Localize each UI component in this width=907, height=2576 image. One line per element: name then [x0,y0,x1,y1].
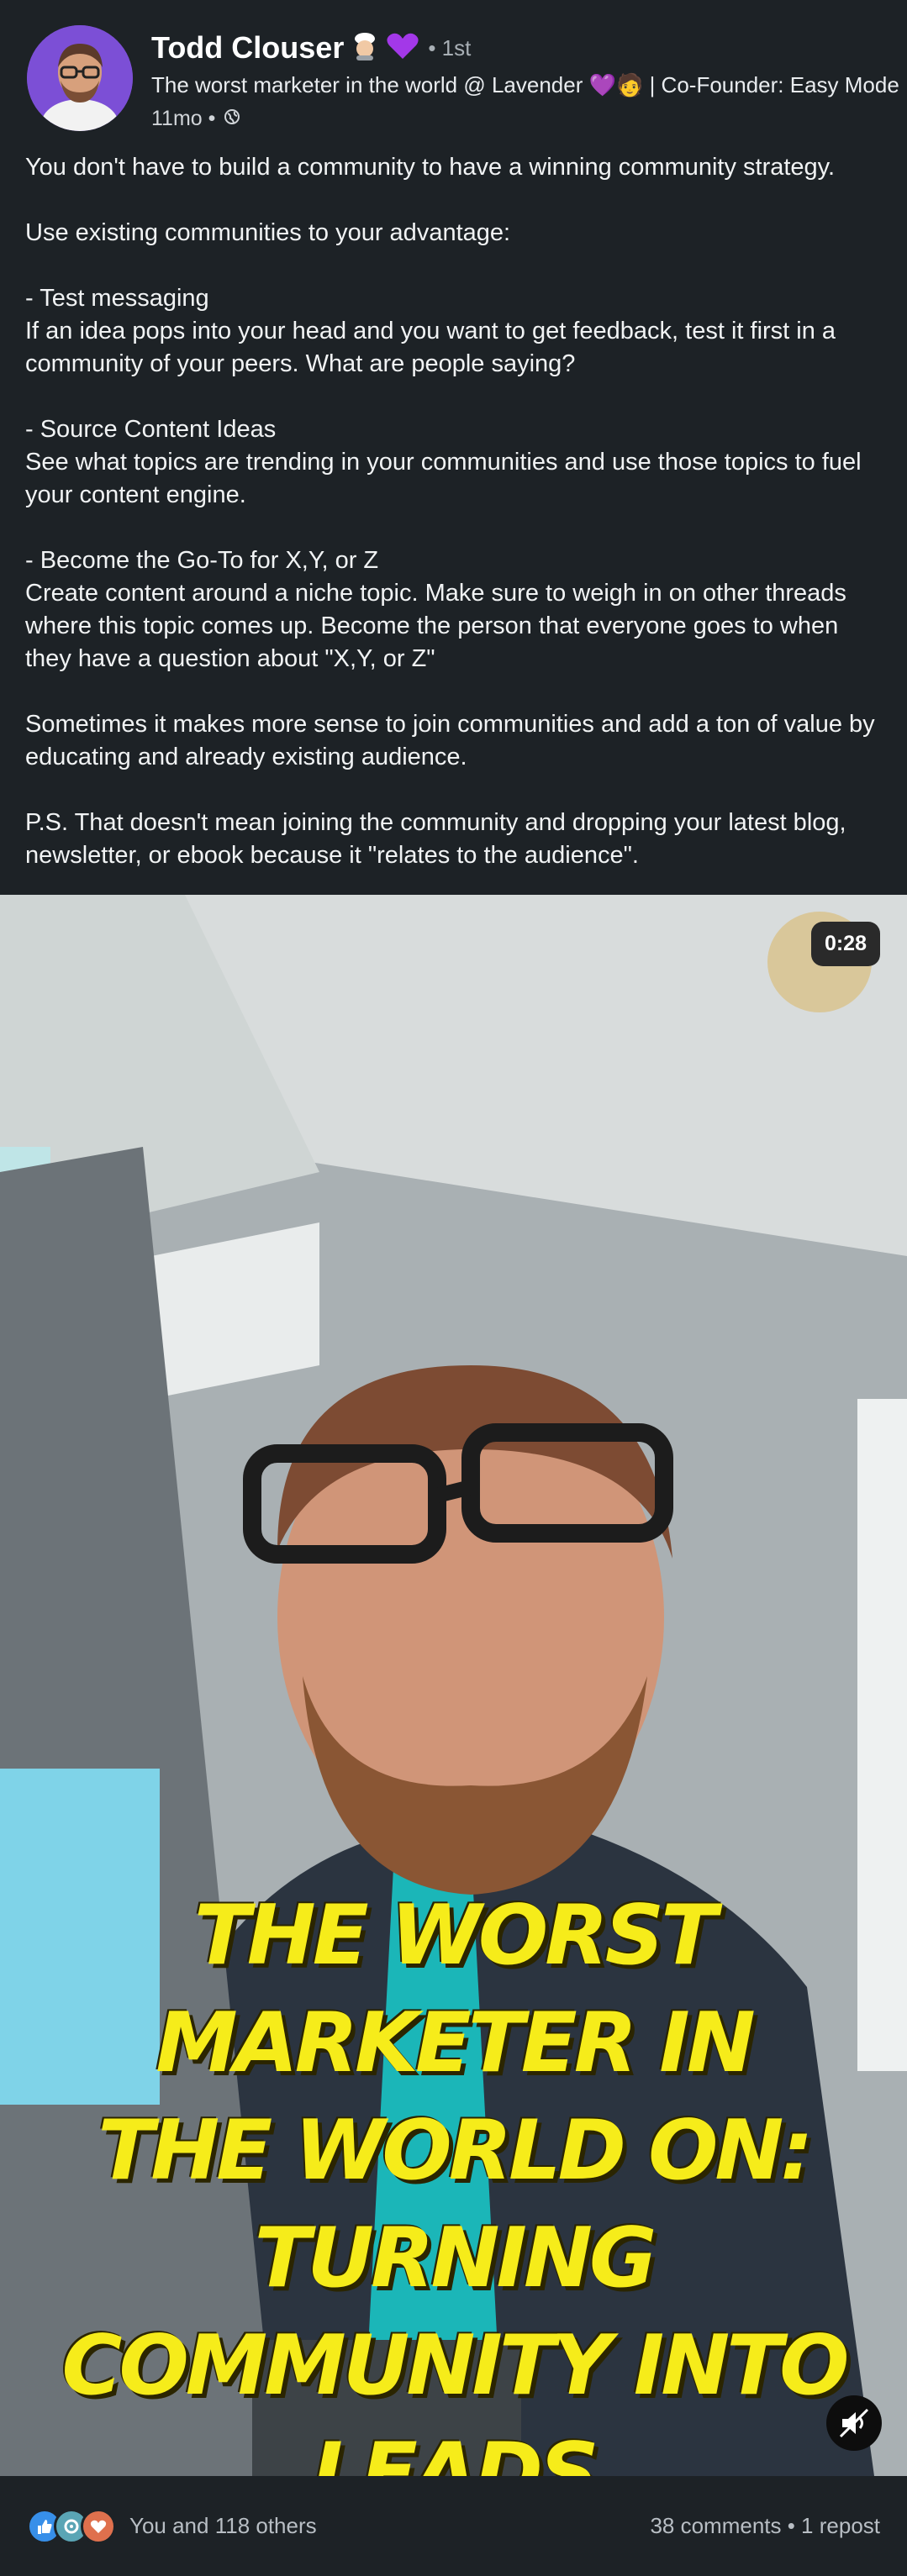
muted-speaker-icon [839,2408,869,2438]
post-body: You don't have to build a community to h… [25,151,883,872]
connection-degree: • 1st [428,34,472,60]
post-paragraph: - Test messaging If an idea pops into yo… [25,285,836,377]
mute-button[interactable] [826,2395,882,2451]
purple-heart-icon [386,32,419,65]
author-block: Todd Clouser • 1st The worst marketer in… [151,29,899,131]
avatar[interactable] [27,25,133,131]
video-caption-line: THE WORST MARKETER IN [156,1888,756,2091]
post-meta: 11mo • [151,107,899,131]
video-caption: THE WORST MARKETER IN THE WORLD ON: TURN… [50,1882,857,2476]
reactions-summary[interactable]: You and 118 others [27,2508,317,2544]
post-paragraph: - Source Content Ideas See what topics a… [25,416,862,508]
author-line: Todd Clouser • 1st [151,29,899,67]
post-paragraph: P.S. That doesn't mean joining the commu… [25,809,853,869]
post-timestamp: 11mo • [151,107,216,130]
chef-emoji-icon [352,32,377,65]
post-paragraph: Sometimes it makes more sense to join co… [25,711,882,770]
post-header: Todd Clouser • 1st The worst marketer in… [0,0,907,143]
post-paragraph: - Become the Go-To for X,Y, or Z Create … [25,547,846,672]
post-paragraph: Use existing communities to your advanta… [25,219,511,246]
post-paragraph: You don't have to build a community to h… [25,154,836,181]
social-counts-bar: You and 118 others 38 comments • 1 repos… [0,2476,907,2576]
love-icon [81,2508,116,2544]
video-player[interactable]: 0:28 THE WORST MARKETER IN THE WORLD ON:… [0,895,907,2476]
author-headline: The worst marketer in the world @ Lavend… [151,72,899,97]
reactions-count-text: You and 118 others [129,2513,317,2538]
globe-icon [224,107,240,131]
author-name[interactable]: Todd Clouser [151,30,344,66]
video-caption-line: THE WORLD ON: TURNING [98,2103,813,2306]
video-duration-badge: 0:28 [810,922,880,966]
comments-reposts-count[interactable]: 38 comments • 1 repost [650,2513,880,2539]
video-caption-line: COMMUNITY INTO LEADS [61,2318,850,2476]
